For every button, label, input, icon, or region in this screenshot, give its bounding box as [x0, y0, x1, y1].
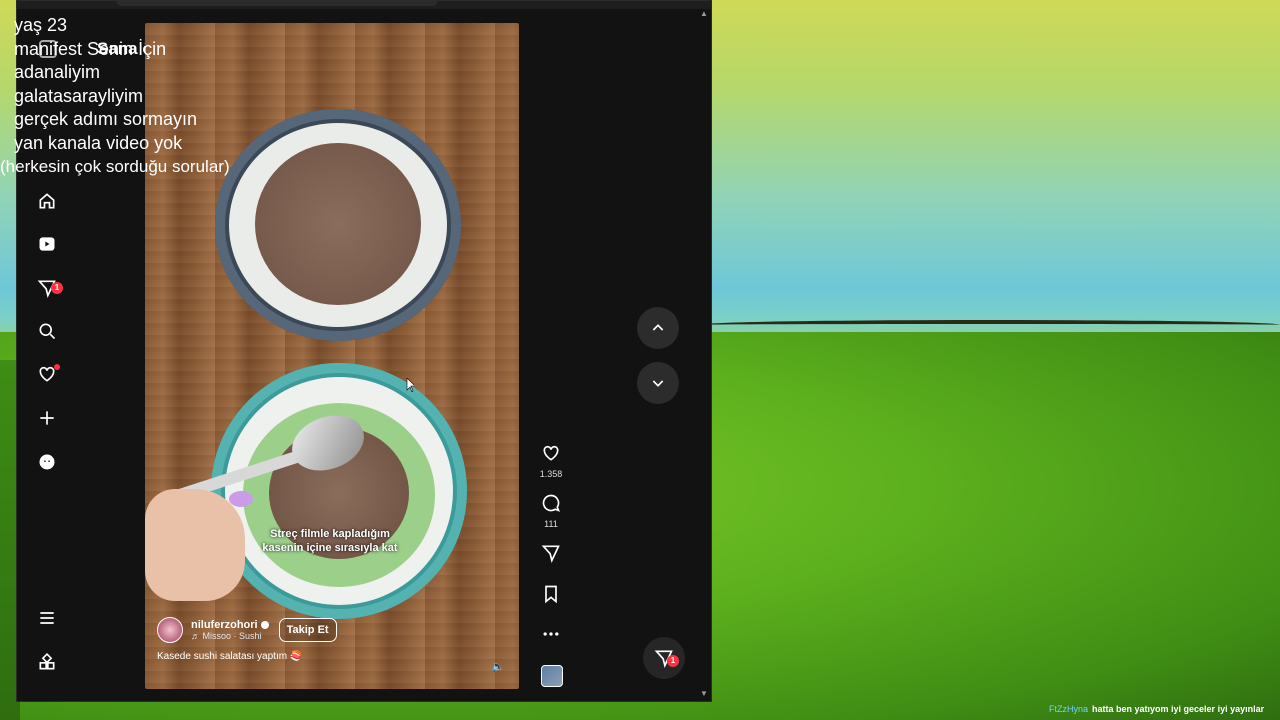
search-icon	[39, 323, 56, 340]
mouse-cursor-icon	[406, 378, 414, 392]
apps-icon	[39, 652, 55, 670]
video-nail	[229, 491, 253, 507]
chat-message: FtZzHyna hatta ben yatıyom iyi geceler iy…	[1049, 704, 1264, 714]
author-name[interactable]: niluferzohori	[191, 619, 269, 631]
sound-icon[interactable]: 🔈	[491, 660, 505, 673]
sidebar-item-reels[interactable]	[35, 232, 59, 256]
menu-icon	[40, 612, 54, 624]
overlay-line: (herkesin çok sorduğu sorular)	[0, 157, 230, 176]
music-label[interactable]: ♬ Missoo · Sushi	[191, 631, 269, 641]
sidebar-item-create[interactable]	[35, 406, 59, 430]
messages-fab[interactable]: 1	[643, 637, 685, 679]
audio-thumbnail[interactable]	[541, 665, 563, 687]
notification-dot	[54, 364, 60, 370]
home-icon	[39, 193, 55, 209]
chevron-up-icon	[652, 324, 664, 331]
sidebar-item-profile[interactable]	[35, 450, 59, 474]
sidebar-item-search[interactable]	[35, 319, 59, 343]
overlay-line: adanaliyim	[14, 62, 101, 82]
author-row: niluferzohori ♬ Missoo · Sushi Takip Et	[157, 617, 337, 643]
overlay-line: galatasarayliyim	[14, 85, 144, 106]
video-hand	[145, 489, 245, 601]
bookmark-icon	[545, 585, 557, 604]
sidebar-item-apps[interactable]	[35, 650, 59, 674]
more-options-button[interactable]	[539, 624, 563, 649]
overlay-line: manifest Senin İçin	[14, 38, 167, 59]
author-avatar[interactable]	[157, 617, 183, 643]
video-bowl-bottom	[211, 363, 467, 619]
previous-reel-button[interactable]	[637, 307, 679, 349]
follow-button[interactable]: Takip Et	[278, 618, 337, 642]
like-button[interactable]: 1.358	[539, 443, 563, 479]
overlay-line: yaş 23	[14, 15, 68, 35]
overlay-line: gerçek adımı sormayın	[14, 109, 198, 129]
sidebar-item-notifications[interactable]	[35, 362, 60, 386]
stream-hill-outline	[700, 320, 1280, 332]
stream-overlay-text: yaş 23 manifest Senin İçin adanaliyim ga…	[0, 14, 230, 179]
comment-count: 111	[544, 519, 558, 529]
reels-icon	[39, 237, 55, 251]
share-button[interactable]	[539, 543, 563, 568]
video-caption: Streç filmle kapladığım kasenin içine sı…	[262, 528, 398, 554]
sidebar-item-home[interactable]	[35, 189, 59, 213]
scrollbar-down-arrow[interactable]: ▼	[699, 689, 709, 699]
messages-badge: 1	[51, 282, 63, 294]
sidebar-item-messages[interactable]: 1	[35, 276, 63, 300]
plus-icon	[40, 411, 54, 425]
messages-fab-badge: 1	[667, 655, 679, 667]
heart-icon	[543, 445, 559, 461]
like-count: 1.358	[539, 469, 563, 479]
chat-text: hatta ben yatıyom iyi geceler iyi yayınl…	[1092, 704, 1265, 714]
overlay-line: yan kanala video yok	[14, 132, 183, 153]
verified-icon	[260, 621, 269, 630]
browser-top-edge	[17, 1, 711, 9]
next-reel-button[interactable]	[637, 362, 679, 404]
comment-icon	[542, 494, 560, 512]
send-icon	[541, 545, 560, 563]
chat-username: FtZzHyna	[1049, 704, 1089, 714]
more-icon	[543, 632, 559, 636]
sidebar-item-more[interactable]	[35, 606, 59, 630]
scrollbar-up-arrow[interactable]: ▲	[699, 9, 709, 19]
save-button[interactable]	[539, 584, 563, 609]
comment-button[interactable]: 111	[539, 493, 563, 529]
video-description: Kasede sushi salatası yaptım 🍣	[157, 651, 303, 662]
chevron-down-icon	[652, 380, 664, 387]
profile-avatar-icon	[39, 454, 55, 470]
video-bowl-top	[215, 109, 461, 341]
